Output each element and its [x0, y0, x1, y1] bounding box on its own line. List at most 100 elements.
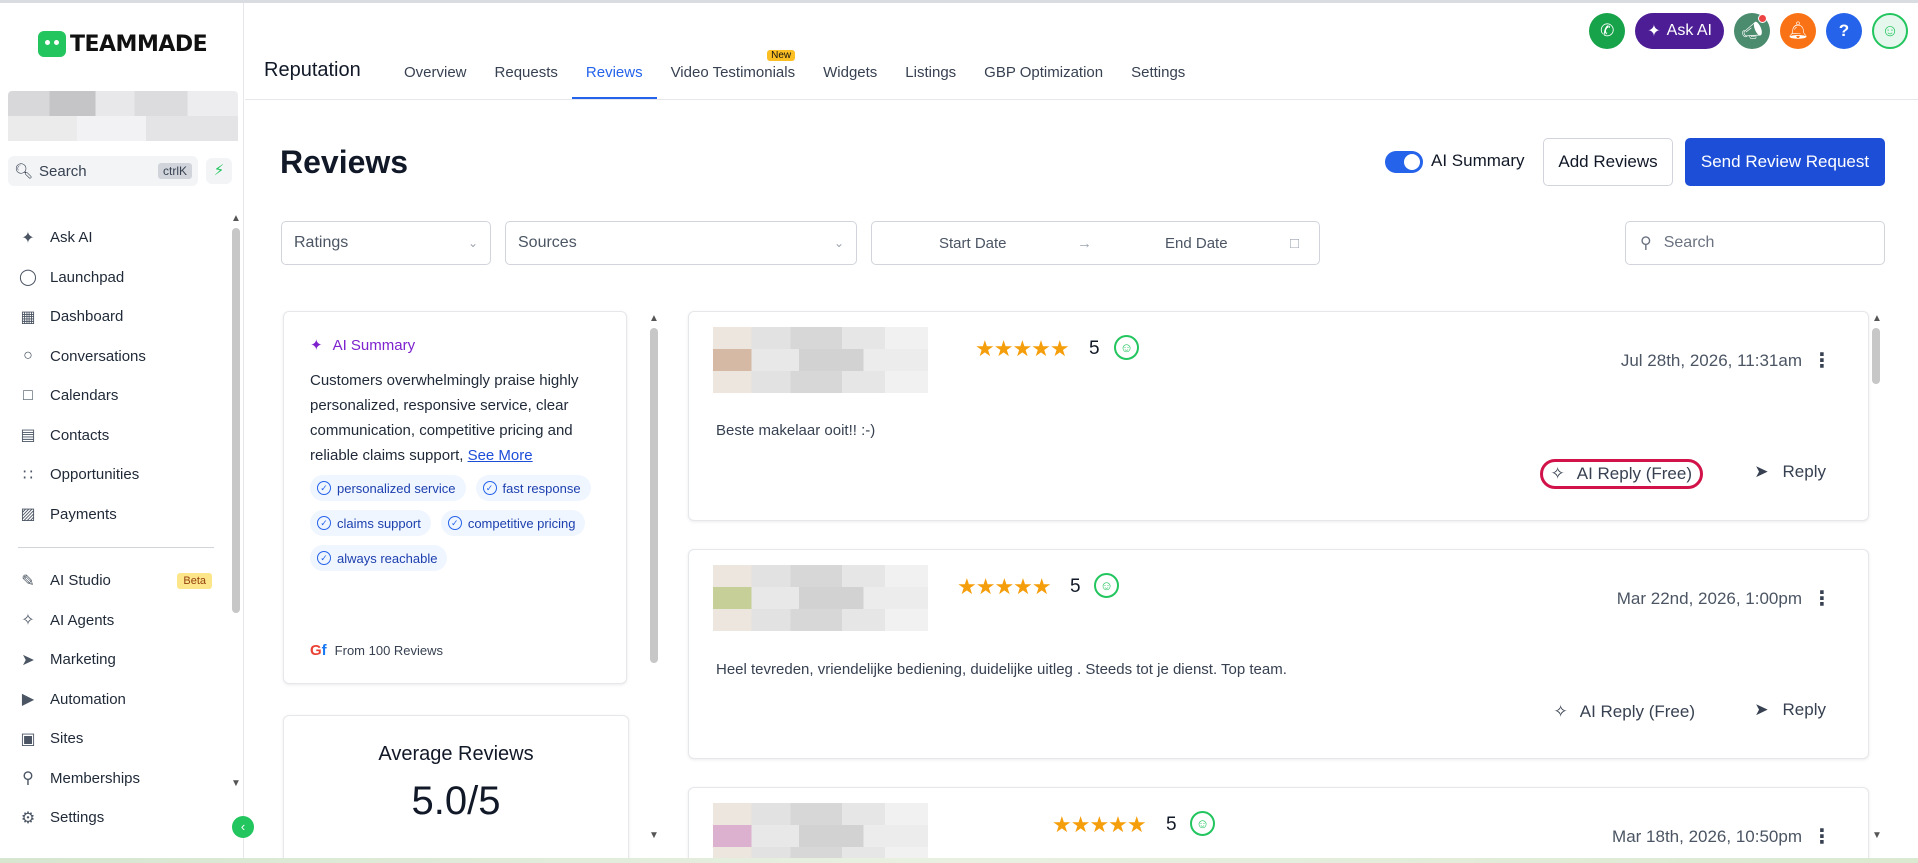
sidebar-item-label: Sites: [50, 730, 84, 748]
check-circle-icon: ✓: [317, 551, 331, 565]
sidebar-search[interactable]: 🔍︎ Search ctrlK: [8, 156, 198, 186]
see-more-link[interactable]: See More: [468, 447, 533, 464]
sidebar-item-automation[interactable]: ▶ Automation: [0, 680, 230, 720]
end-date-input[interactable]: End Date: [1165, 235, 1228, 252]
date-range-picker[interactable]: Start Date → End Date □: [871, 221, 1320, 265]
sidebar-item-ai-agents[interactable]: ✧ AI Agents: [0, 601, 230, 641]
review-source-count: Gf From 100 Reviews: [310, 642, 443, 659]
tab-widgets[interactable]: Widgets: [809, 58, 891, 99]
summary-tag: ✓ claims support: [310, 510, 431, 536]
more-options-icon[interactable]: ⋮: [1812, 824, 1832, 849]
scroll-down-arrow[interactable]: ▼: [649, 830, 659, 841]
positive-sentiment-icon: ☺: [1094, 573, 1119, 598]
reviewer-identity: [713, 565, 928, 631]
scroll-down-arrow[interactable]: ▼: [1872, 830, 1882, 841]
sidebar-item-dashboard[interactable]: ▦ Dashboard: [0, 297, 230, 337]
sidebar-item-payments[interactable]: ▨ Payments: [0, 495, 230, 535]
magic-wand-icon: ✧: [1550, 464, 1565, 483]
bell-icon: 🔔︎: [1787, 21, 1809, 40]
ai-summary-toggle-label: AI Summary: [1431, 151, 1525, 170]
tag-label: always reachable: [337, 550, 438, 566]
ai-studio-icon: ✎: [21, 572, 35, 590]
sidebar-item-marketing[interactable]: ➤ Marketing: [0, 640, 230, 680]
ai-summary-toggle[interactable]: [1385, 151, 1423, 173]
send-review-request-button[interactable]: Send Review Request: [1685, 138, 1885, 186]
ratings-label: Ratings: [294, 234, 349, 251]
tab-overview[interactable]: Overview: [390, 58, 481, 99]
average-reviews-label: Average Reviews: [378, 743, 534, 765]
sidebar-item-launchpad[interactable]: ◯ Launchpad: [0, 258, 230, 298]
tag-label: fast response: [502, 480, 581, 496]
tab-reviews[interactable]: Reviews: [571, 58, 657, 99]
sparkle-icon: ✦: [21, 229, 35, 247]
scroll-up-arrow[interactable]: ▲: [231, 213, 241, 224]
check-circle-icon: ✓: [317, 516, 331, 530]
ai-summary-header: ✦ AI Summary: [310, 336, 416, 355]
sidebar-item-calendars[interactable]: □ Calendars: [0, 376, 230, 416]
sidebar: TEAMMADE 🔍︎ Search ctrlK ⚡︎ ✦ Ask AI ◯ Lau…: [0, 3, 254, 859]
ai-summary-title: AI Summary: [332, 336, 416, 354]
search-shortcut: ctrlK: [158, 163, 192, 179]
review-card: ★★★★★ 5 ☺ Mar 22nd, 2026, 1:00pm ⋮ Heel …: [688, 549, 1869, 759]
sidebar-item-conversations[interactable]: ○ Conversations: [0, 337, 230, 377]
reviews-scrollbar[interactable]: [1872, 328, 1880, 384]
collapse-sidebar-button[interactable]: ‹: [232, 816, 254, 838]
sources-label: Sources: [518, 234, 577, 251]
scroll-up-arrow[interactable]: ▲: [649, 313, 659, 324]
tab-gbp-optimization[interactable]: GBP Optimization: [970, 58, 1117, 99]
account-switcher[interactable]: [8, 91, 238, 141]
ai-reply-button[interactable]: ✧ AI Reply (Free): [1546, 697, 1704, 727]
sidebar-item-settings[interactable]: ⚙︎ Settings: [0, 798, 230, 838]
quick-actions-button[interactable]: ⚡︎: [206, 158, 232, 184]
sidebar-divider: [18, 547, 214, 548]
help-button[interactable]: ?: [1826, 13, 1862, 49]
send-icon: ➤: [1754, 700, 1769, 719]
brand-logo[interactable]: TEAMMADE: [38, 31, 208, 57]
top-header: Reputation Overview Requests Reviews Vid…: [245, 3, 1918, 100]
sidebar-item-label: Ask AI: [50, 229, 93, 247]
sidebar-item-contacts[interactable]: ▤ Contacts: [0, 416, 230, 456]
ask-ai-button[interactable]: ✦ Ask AI: [1635, 13, 1724, 49]
send-icon: ➤: [21, 651, 35, 669]
sidebar-item-sites[interactable]: ▣ Sites: [0, 719, 230, 759]
ai-reply-button[interactable]: ✧ AI Reply (Free): [1539, 459, 1703, 489]
sidebar-item-memberships[interactable]: ⚲ Memberships: [0, 759, 230, 799]
ratings-dropdown[interactable]: Ratings ⌄: [281, 221, 491, 265]
tab-requests[interactable]: Requests: [481, 58, 572, 99]
help-icon: ?: [1838, 21, 1850, 40]
header-actions: ✆ ✦ Ask AI 📣︎ 🔔︎ ? ☺: [1589, 13, 1908, 49]
summary-scrollbar[interactable]: [650, 328, 658, 663]
calendar-icon: □: [23, 386, 33, 404]
add-reviews-button[interactable]: Add Reviews: [1543, 138, 1673, 186]
sidebar-item-ai-studio[interactable]: ✎ AI Studio Beta: [0, 561, 230, 601]
gear-icon: ⚙︎: [20, 809, 36, 827]
tab-settings[interactable]: Settings: [1117, 58, 1199, 99]
announcements-button[interactable]: 📣︎: [1734, 13, 1770, 49]
ai-agents-icon: ✧: [21, 612, 35, 630]
scroll-up-arrow[interactable]: ▲: [1872, 313, 1882, 324]
reply-button[interactable]: ➤ Reply: [1754, 700, 1826, 720]
receipt-icon: ▨: [20, 506, 36, 524]
tab-video-testimonials[interactable]: Video Testimonials New: [657, 50, 810, 99]
scroll-down-arrow[interactable]: ▼: [231, 778, 241, 789]
more-options-icon[interactable]: ⋮: [1812, 586, 1832, 611]
sidebar-item-opportunities[interactable]: ∷ Opportunities: [0, 455, 230, 495]
sidebar-item-label: Automation: [50, 690, 126, 708]
robot-avatar-icon: ☺: [1881, 21, 1899, 40]
sidebar-search-placeholder: Search: [39, 162, 87, 180]
start-date-input[interactable]: Start Date: [939, 235, 1007, 252]
user-avatar[interactable]: ☺: [1872, 13, 1908, 49]
sources-dropdown[interactable]: Sources ⌄: [505, 221, 857, 265]
notifications-button[interactable]: 🔔︎: [1780, 13, 1816, 49]
sidebar-item-ask-ai[interactable]: ✦ Ask AI: [0, 218, 230, 258]
sidebar-item-label: Calendars: [50, 387, 119, 405]
reputation-tabs: Overview Requests Reviews Video Testimon…: [390, 50, 1199, 99]
tab-listings[interactable]: Listings: [891, 58, 970, 99]
reply-button[interactable]: ➤ Reply: [1754, 462, 1826, 482]
phone-button[interactable]: ✆: [1589, 13, 1626, 49]
page-title: Reviews: [280, 144, 409, 180]
megaphone-icon: 📣︎: [1741, 21, 1763, 40]
more-options-icon[interactable]: ⋮: [1812, 348, 1832, 373]
sidebar-scrollbar[interactable]: [232, 228, 240, 613]
reviews-search-input[interactable]: ⚲ Search: [1625, 221, 1885, 265]
